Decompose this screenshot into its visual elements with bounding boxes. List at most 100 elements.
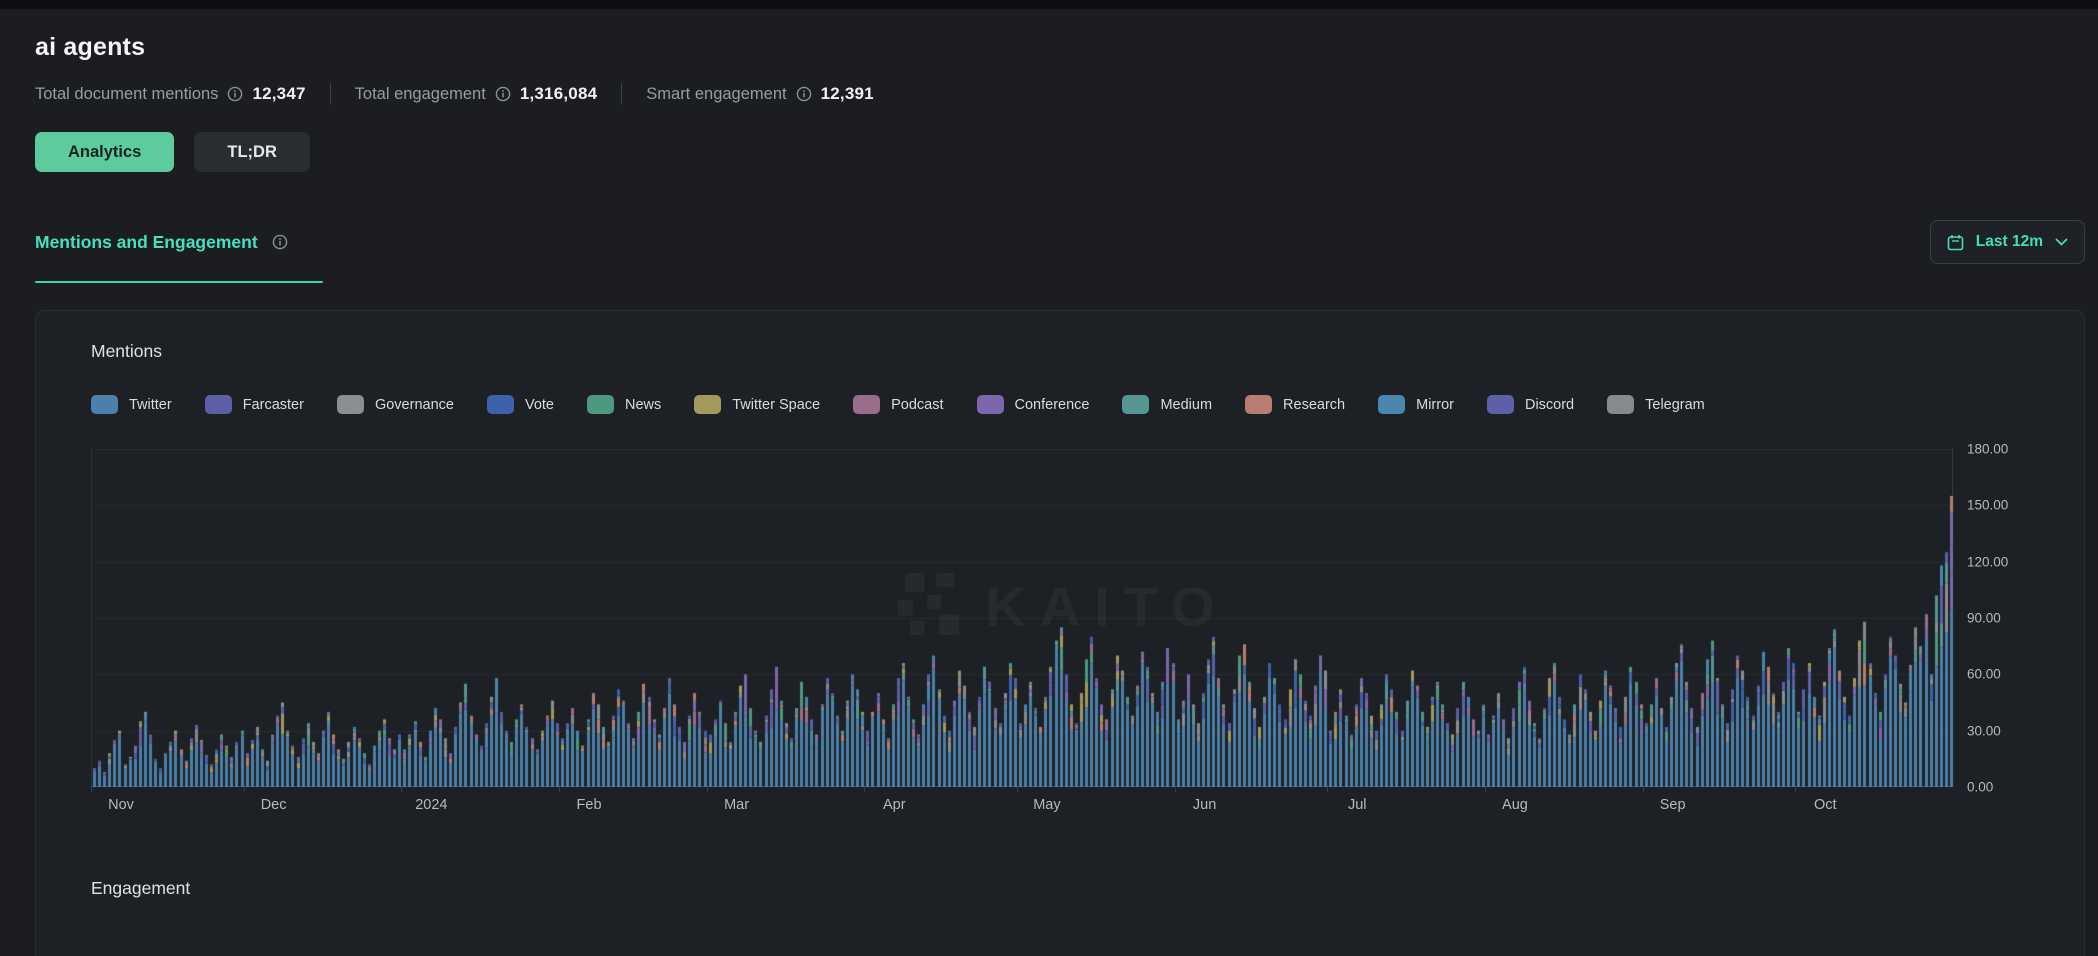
stat-smart-engagement: Smart engagement 12,391: [646, 84, 874, 104]
legend-label: Twitter Space: [732, 397, 820, 413]
x-axis-tick: [244, 787, 245, 792]
legend-label: Discord: [1525, 397, 1574, 413]
x-axis-tick: [1795, 787, 1796, 792]
y-axis-tick-label: 90.00: [1967, 611, 2001, 626]
legend-swatch: [1487, 395, 1514, 414]
legend-item-farcaster[interactable]: Farcaster: [205, 395, 304, 414]
mentions-engagement-card: Mentions Twitter Farcaster Governance Vote N…: [35, 310, 2085, 956]
legend-swatch: [977, 395, 1004, 414]
legend-label: Medium: [1160, 397, 1212, 413]
x-axis-month-label: Apr: [883, 797, 906, 813]
x-axis-month-label: Jun: [1193, 797, 1216, 813]
legend-swatch: [1607, 395, 1634, 414]
legend-swatch: [1245, 395, 1272, 414]
mentions-chart-title: Mentions: [91, 341, 2084, 362]
mentions-chart: KAITO 0.0030.0060.0090.00120.00150.00180…: [91, 449, 2084, 821]
stat-total-engagement: Total engagement 1,316,084: [355, 84, 598, 104]
section-title: Mentions and Engagement: [35, 232, 258, 253]
x-axis-tick: [864, 787, 865, 792]
legend-label: News: [625, 397, 661, 413]
legend-label: Podcast: [891, 397, 943, 413]
info-icon[interactable]: [495, 86, 511, 102]
stat-label: Total document mentions: [35, 85, 218, 104]
legend-item-research[interactable]: Research: [1245, 395, 1345, 414]
legend-swatch: [694, 395, 721, 414]
stat-label: Total engagement: [355, 85, 486, 104]
legend-label: Twitter: [129, 397, 172, 413]
stat-label: Smart engagement: [646, 85, 786, 104]
legend-swatch: [853, 395, 880, 414]
window-top-strip: [0, 0, 2098, 9]
info-icon[interactable]: [796, 86, 812, 102]
y-axis-tick-label: 180.00: [1967, 442, 2008, 457]
engagement-chart-title: Engagement: [91, 878, 2084, 899]
legend-swatch: [487, 395, 514, 414]
tab-tldr[interactable]: TL;DR: [194, 132, 309, 172]
x-axis-tick: [559, 787, 560, 792]
x-axis-month-label: Nov: [108, 797, 134, 813]
legend-item-podcast[interactable]: Podcast: [853, 395, 943, 414]
info-icon[interactable]: [272, 234, 288, 250]
stats-row: Total document mentions 12,347 Total eng…: [35, 83, 2098, 105]
stat-value: 12,391: [821, 84, 874, 104]
x-axis-month-label: Sep: [1660, 797, 1686, 813]
x-axis-month-label: Jul: [1348, 797, 1367, 813]
y-axis-tick-label: 150.00: [1967, 498, 2008, 513]
legend-item-conference[interactable]: Conference: [977, 395, 1090, 414]
legend-item-twitter[interactable]: Twitter: [91, 395, 172, 414]
legend-label: Farcaster: [243, 397, 304, 413]
x-axis-tick: [1017, 787, 1018, 792]
x-axis-month-label: Feb: [577, 797, 602, 813]
legend-label: Telegram: [1645, 397, 1705, 413]
legend-label: Vote: [525, 397, 554, 413]
section-title-group[interactable]: Mentions and Engagement: [35, 232, 288, 253]
legend-label: Mirror: [1416, 397, 1454, 413]
legend-label: Governance: [375, 397, 454, 413]
divider: [621, 83, 622, 105]
stat-value: 1,316,084: [520, 84, 597, 104]
legend-swatch: [587, 395, 614, 414]
legend-swatch: [205, 395, 232, 414]
x-axis-tick: [1485, 787, 1486, 792]
legend-swatch: [337, 395, 364, 414]
plot-area: [91, 449, 1953, 787]
legend-swatch: [1122, 395, 1149, 414]
stat-total-document-mentions: Total document mentions 12,347: [35, 84, 306, 104]
legend-item-medium[interactable]: Medium: [1122, 395, 1212, 414]
legend-item-discord[interactable]: Discord: [1487, 395, 1574, 414]
page-title: ai agents: [35, 33, 2098, 62]
legend-item-governance[interactable]: Governance: [337, 395, 454, 414]
x-axis-tick: [1327, 787, 1328, 792]
section-header-row: Mentions and Engagement Last 12m: [35, 220, 2098, 264]
active-section-underline: [35, 281, 323, 283]
mentions-chart-canvas[interactable]: [92, 449, 1954, 787]
x-axis-month-label: Oct: [1814, 797, 1837, 813]
info-icon[interactable]: [227, 86, 243, 102]
legend-label: Research: [1283, 397, 1345, 413]
y-axis-tick-label: 0.00: [1967, 780, 1993, 795]
date-range-dropdown[interactable]: Last 12m: [1930, 220, 2085, 264]
x-axis-tick: [1175, 787, 1176, 792]
legend-item-twitter-space[interactable]: Twitter Space: [694, 395, 820, 414]
divider: [330, 83, 331, 105]
legend-item-mirror[interactable]: Mirror: [1378, 395, 1454, 414]
calendar-icon: [1947, 234, 1964, 251]
x-axis-tick: [707, 787, 708, 792]
y-axis-tick-label: 30.00: [1967, 723, 2001, 738]
tabs-row: Analytics TL;DR: [35, 132, 2098, 172]
y-axis-tick-label: 120.00: [1967, 554, 2008, 569]
legend-swatch: [1378, 395, 1405, 414]
y-axis-tick-label: 60.00: [1967, 667, 2001, 682]
x-axis-month-label: May: [1033, 797, 1060, 813]
x-axis-month-label: Dec: [261, 797, 287, 813]
legend-item-news[interactable]: News: [587, 395, 661, 414]
x-axis-tick: [1643, 787, 1644, 792]
tab-analytics[interactable]: Analytics: [35, 132, 174, 172]
chevron-down-icon: [2055, 238, 2068, 247]
date-range-label: Last 12m: [1976, 233, 2043, 251]
x-axis-month-label: Aug: [1502, 797, 1528, 813]
legend-label: Conference: [1015, 397, 1090, 413]
x-axis-tick: [401, 787, 402, 792]
legend-item-vote[interactable]: Vote: [487, 395, 554, 414]
legend-item-telegram[interactable]: Telegram: [1607, 395, 1705, 414]
